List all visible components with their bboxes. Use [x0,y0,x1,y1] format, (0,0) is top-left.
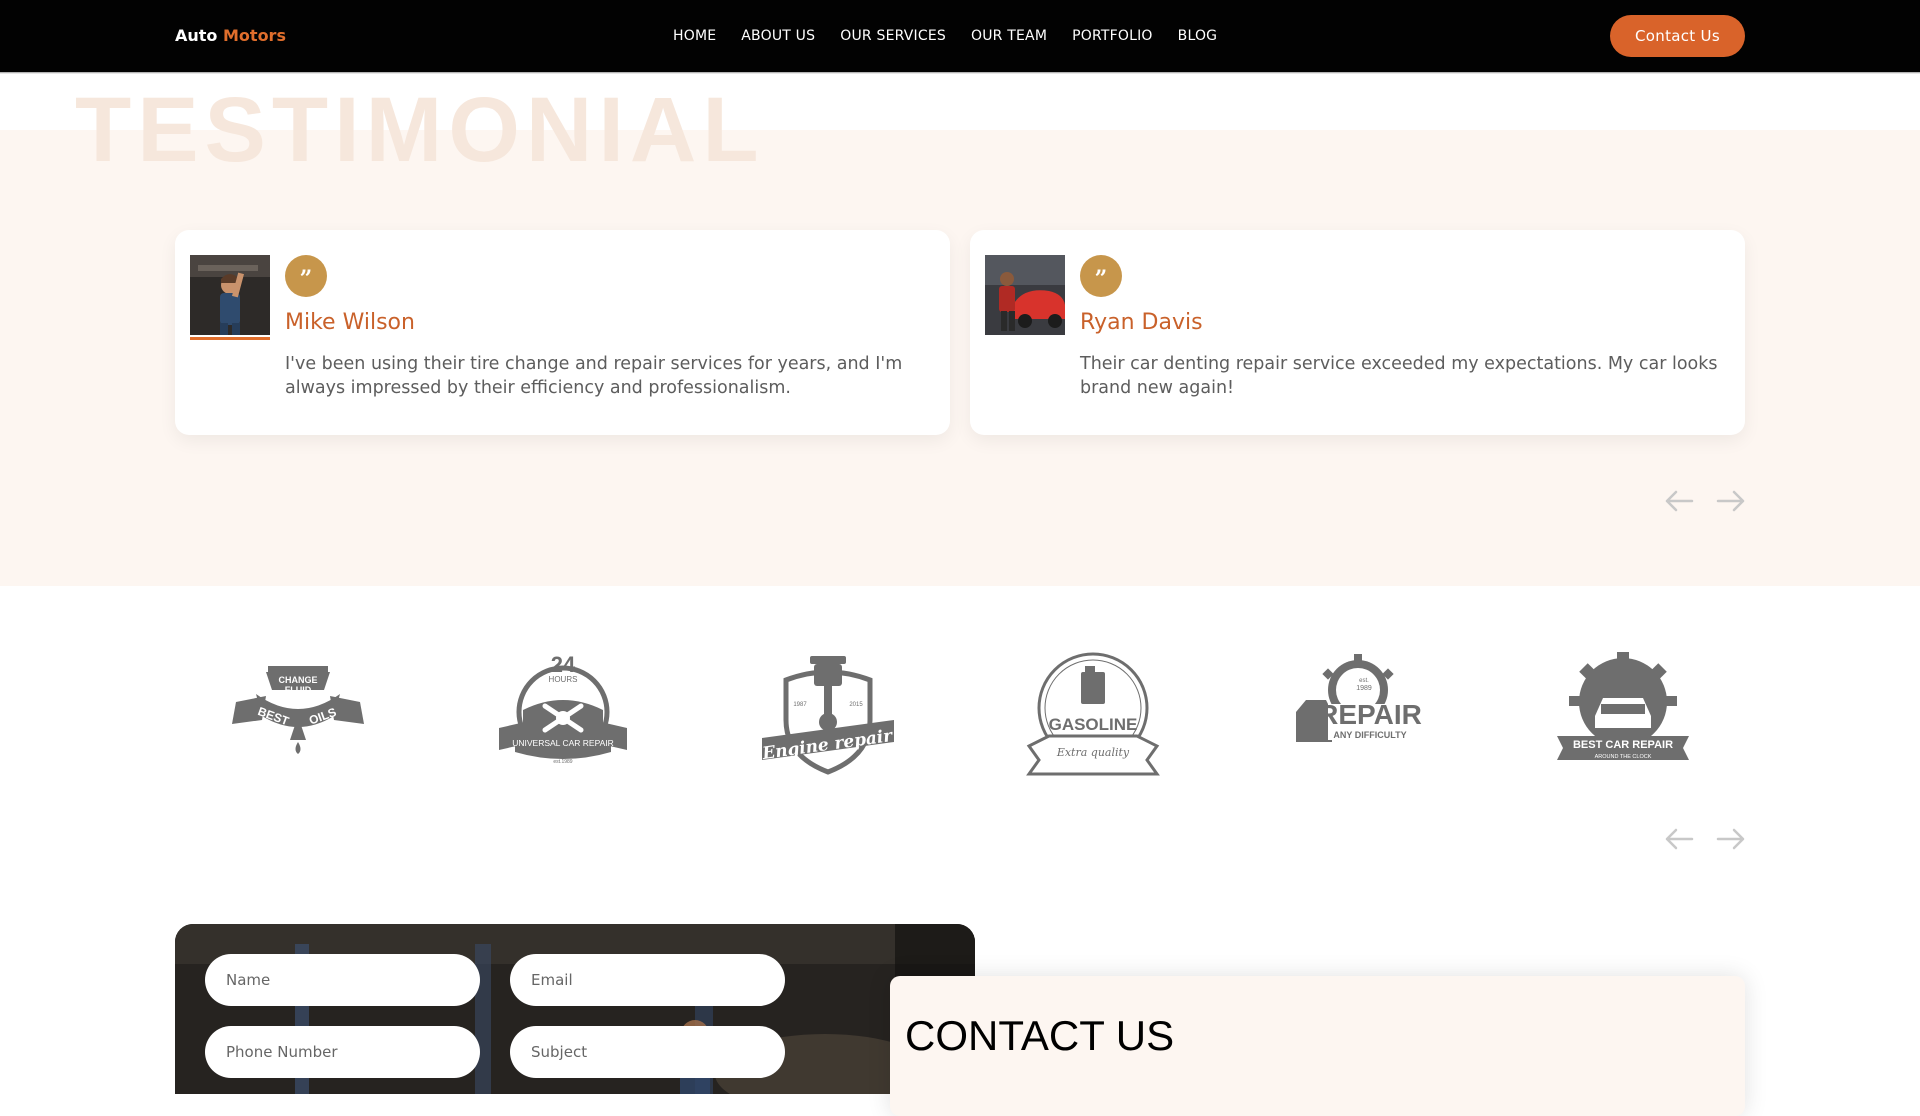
testimonial-watermark: TESTIMONIAL [75,79,765,181]
best-car-repair-line1: BEST CAR REPAIR [1573,739,1673,751]
contact-us-button[interactable]: Contact Us [1610,15,1745,57]
best-car-repair-logo: BEST CAR REPAIR AROUND THE CLOCK [1557,652,1689,760]
name-field[interactable] [205,954,480,1006]
main-menu: HOME ABOUT US OUR SERVICES OUR TEAM PORT… [673,28,1217,44]
arrow-right-icon[interactable] [1716,828,1746,850]
nav-portfolio[interactable]: PORTFOLIO [1072,28,1153,44]
nav-our-team[interactable]: OUR TEAM [971,28,1047,44]
partner-logos: CHANGE FLUID BEST OILS 24 HOURS UNIVERSA… [175,650,1745,780]
avatar [190,255,270,340]
brand-second: Motors [223,26,286,45]
repair-any-difficulty-logo: est. 1989 REPAIR ANY DIFFICULTY [1296,654,1422,742]
gasoline-line2: Extra quality [1056,746,1130,759]
best-oils-logo: CHANGE FLUID BEST OILS [232,666,364,754]
24-hours-line4: est.1989 [553,759,572,765]
best-car-repair-line2: AROUND THE CLOCK [1595,754,1652,760]
24-hours-line3: UNIVERSAL CAR REPAIR [512,738,614,748]
24-hours-repair-logo: 24 HOURS UNIVERSAL CAR REPAIR est.1989 [499,652,627,765]
arrow-left-icon[interactable] [1664,828,1694,850]
engine-repair-line2: 2015 [849,702,863,708]
arrow-left-icon[interactable] [1664,490,1694,512]
best-oils-line2: FLUID [285,685,312,695]
logos-carousel-controls [1664,828,1746,850]
nav-our-services[interactable]: OUR SERVICES [840,28,946,44]
quote-icon: ” [1080,255,1122,297]
best-oils-line1: CHANGE [278,675,317,685]
engine-repair-line1: 1987 [793,702,807,708]
repair-line1: est. [1359,678,1369,684]
nav-about-us[interactable]: ABOUT US [741,28,815,44]
gasoline-line1: GASOLINE [1049,715,1138,734]
testimonial-card: ” Mike Wilson I've been using their tire… [175,230,950,435]
repair-line4: ANY DIFFICULTY [1333,730,1406,740]
engine-repair-logo: 1987 2015 Engine repair [760,656,895,775]
nav-blog[interactable]: BLOG [1178,28,1218,44]
24-hours-line2: HOURS [549,675,578,684]
avatar [985,255,1065,335]
24-hours-line1: 24 [551,652,576,677]
nav-shadow [0,72,1920,74]
review-text: Their car denting repair service exceede… [1080,354,1718,398]
repair-line2: 1989 [1356,685,1372,692]
reviewer-name: Mike Wilson [285,310,415,335]
testimonial-carousel-controls [1664,490,1746,512]
nav-home[interactable]: HOME [673,28,716,44]
subject-field[interactable] [510,1026,785,1078]
arrow-right-icon[interactable] [1716,490,1746,512]
top-navbar: Auto Motors HOME ABOUT US OUR SERVICES O… [0,0,1920,72]
quote-icon: ” [285,255,327,297]
email-field[interactable] [510,954,785,1006]
gasoline-logo: GASOLINE Extra quality [1026,652,1160,776]
reviewer-name: Ryan Davis [1080,310,1203,335]
brand-logo[interactable]: Auto Motors [175,26,286,45]
contact-title: CONTACT US [905,1012,1175,1059]
review-text: I've been using their tire change and re… [285,354,903,398]
repair-line3: REPAIR [1318,699,1422,730]
brand-first: Auto [175,26,218,45]
testimonial-card: ” Ryan Davis Their car denting repair se… [970,230,1745,435]
phone-number-field[interactable] [205,1026,480,1078]
